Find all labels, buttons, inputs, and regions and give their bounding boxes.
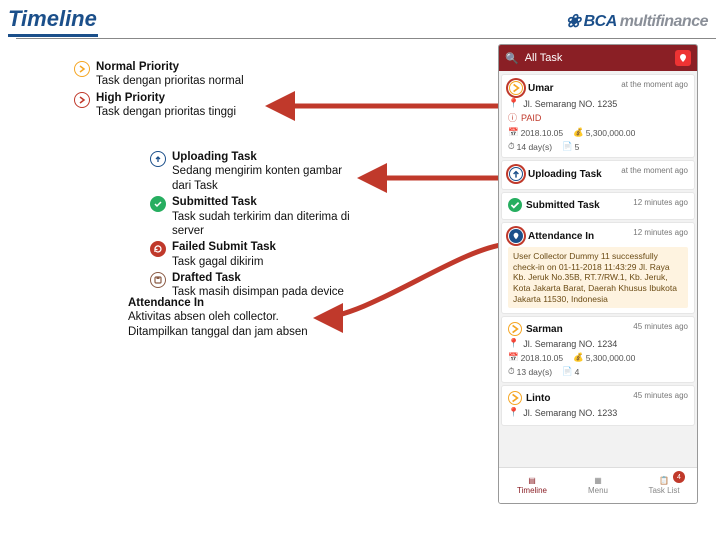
check-icon (150, 196, 166, 212)
legend-high-desc: Task dengan prioritas tinggi (96, 106, 236, 118)
page-title: Timeline (8, 6, 97, 32)
grid-icon: ▦ (594, 476, 602, 485)
card-stats: 📅 2018.10.05 💰 5,300,000.00 (508, 352, 688, 363)
pin-icon: 📍 (508, 407, 519, 418)
upload-icon (150, 151, 166, 167)
location-pin-icon[interactable] (675, 50, 691, 66)
legend-uploading-title: Uploading Task (172, 150, 350, 164)
attendance-body: User Collector Dummy 11 successfully che… (508, 247, 688, 308)
card-meta: 12 minutes ago (633, 198, 688, 207)
legend-attendance-title: Attendance In (128, 297, 204, 309)
pin-icon: 📍 (508, 98, 519, 109)
card-address: Jl. Semarang NO. 1234 (523, 339, 617, 349)
task-card[interactable]: 45 minutes ago Sarman 📍 Jl. Semarang NO. … (502, 317, 694, 382)
info-icon: ⓘ (508, 111, 517, 124)
tab-menu[interactable]: ▦Menu (565, 468, 631, 503)
card-meta: 12 minutes ago (633, 228, 688, 237)
header-divider (16, 38, 716, 39)
logo-text-bold: BCA (584, 13, 617, 31)
app-topbar: 🔍 All Task (499, 45, 697, 71)
title-underline (8, 34, 98, 37)
clipboard-icon: 📋 (659, 476, 669, 485)
location-pin-icon (509, 229, 523, 243)
card-meta: at the moment ago (621, 80, 688, 89)
arrow-callout-icon (260, 96, 508, 121)
attendance-card[interactable]: 12 minutes ago Attendance In User Collec… (502, 223, 694, 313)
card-stats: ⏱ 14 day(s) 📄 5 (508, 141, 688, 152)
task-card[interactable]: at the moment ago Umar 📍 Jl. Semarang NO.… (502, 75, 694, 157)
topbar-title: All Task (525, 52, 563, 64)
legend-submitted-title: Submitted Task (172, 195, 350, 209)
arrow-right-icon (74, 92, 90, 108)
card-title: Submitted Task (526, 200, 600, 211)
card-name: Sarman (526, 324, 563, 335)
legend-submitted-desc: Task sudah terkirim dan diterima di serv… (172, 211, 350, 237)
list-icon: ▤ (528, 476, 536, 485)
legend-normal-title: Normal Priority (96, 60, 244, 74)
search-icon[interactable]: 🔍 (505, 52, 519, 65)
card-address: Jl. Semarang NO. 1233 (523, 408, 617, 418)
card-name: Umar (528, 83, 554, 94)
legend-high-title: High Priority (96, 91, 236, 105)
card-status: PAID (521, 113, 541, 123)
card-title: Attendance In (528, 231, 594, 242)
arrow-callout-icon (308, 238, 518, 333)
card-stats: 📅 2018.10.05 💰 5,300,000.00 (508, 127, 688, 138)
phone-mock: 🔍 All Task at the moment ago Umar 📍 Jl. S… (498, 44, 698, 504)
check-icon (508, 198, 522, 212)
card-meta: 45 minutes ago (633, 322, 688, 331)
tasklist-badge: 4 (673, 471, 685, 483)
tab-timeline[interactable]: ▤Timeline (499, 468, 565, 503)
legend-failed-title: Failed Submit Task (172, 240, 276, 254)
arrow-right-icon (509, 81, 523, 95)
arrow-right-icon (74, 61, 90, 77)
submitted-card[interactable]: 12 minutes ago Submitted Task (502, 193, 694, 219)
save-icon (150, 272, 166, 288)
uploading-card[interactable]: at the moment ago Uploading Task (502, 161, 694, 189)
priority-ring-icon (508, 228, 524, 244)
logo-flower-icon: ❀ (566, 11, 581, 32)
upload-icon (509, 167, 523, 181)
legend-failed-desc: Task gagal dikirim (172, 256, 263, 268)
card-stats: ⏱ 13 day(s) 📄 4 (508, 366, 688, 377)
pin-icon: 📍 (508, 338, 519, 349)
priority-ring-icon (508, 166, 524, 182)
card-meta: at the moment ago (621, 166, 688, 175)
arrow-callout-icon (352, 168, 512, 193)
legend-attendance: Attendance In Aktivitas absen oleh colle… (128, 296, 308, 339)
card-title: Uploading Task (528, 169, 602, 180)
legend-priority: Normal PriorityTask dengan prioritas nor… (74, 60, 254, 122)
arrow-right-icon (508, 322, 522, 336)
priority-ring-icon (508, 80, 524, 96)
card-address: Jl. Semarang NO. 1235 (523, 99, 617, 109)
bottom-nav: ▤Timeline ▦Menu 📋Task List 4 (499, 467, 697, 503)
card-meta: 45 minutes ago (633, 391, 688, 400)
tab-tasklist[interactable]: 📋Task List (631, 468, 697, 503)
logo-text-light: multifinance (620, 13, 708, 31)
legend-normal-desc: Task dengan prioritas normal (96, 75, 244, 87)
task-card[interactable]: 45 minutes ago Linto 📍 Jl. Semarang NO. 1… (502, 386, 694, 425)
legend-attendance-desc: Aktivitas absen oleh collector. Ditampil… (128, 310, 308, 339)
card-name: Linto (526, 393, 550, 404)
legend-uploading-desc: Sedang mengirim konten gambar dari Task (172, 165, 342, 191)
refresh-icon (150, 241, 166, 257)
brand-logo: ❀ BCA multifinance (566, 11, 709, 32)
arrow-right-icon (508, 391, 522, 405)
